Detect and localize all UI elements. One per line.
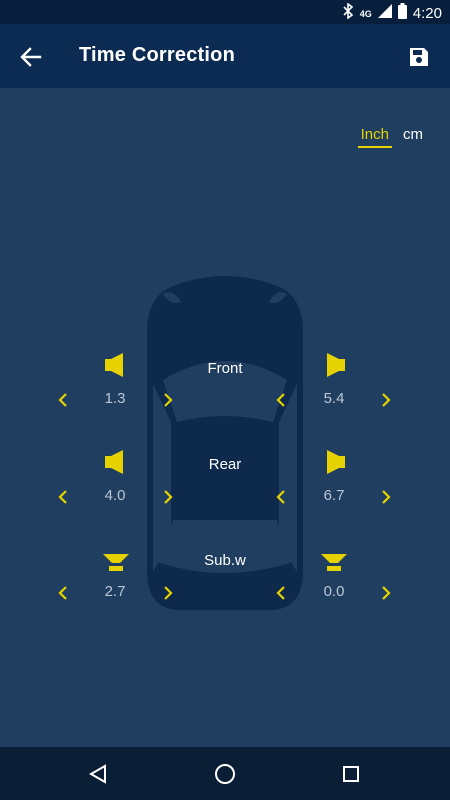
rear-right-decrease-button[interactable] (270, 486, 292, 508)
sub-zone-label: Sub.w (204, 552, 246, 569)
front-right-speaker-icon (327, 353, 345, 377)
chevron-left-icon (58, 490, 67, 504)
status-bar: 4G 4:20 (0, 0, 450, 24)
front-left-value: 1.3 (104, 390, 126, 407)
rear-zone-label: Rear (208, 456, 242, 473)
chevron-right-icon (164, 490, 173, 504)
subwoofer-right-icon (321, 554, 347, 571)
status-icons: 4G 4:20 (342, 2, 442, 24)
front-zone-label: Front (207, 360, 243, 377)
chevron-right-icon (382, 393, 391, 407)
save-icon (410, 48, 428, 66)
network-label: 4G (359, 8, 372, 19)
unit-inch-tab[interactable]: Inch (357, 126, 392, 148)
subwoofer-left-icon (103, 554, 129, 571)
unit-cm-tab[interactable]: cm (400, 126, 426, 148)
rear-left-value: 4.0 (104, 487, 126, 504)
sub-right-value: 0.0 (323, 583, 345, 600)
sub-left-value: 2.7 (104, 583, 126, 600)
front-left-decrease-button[interactable] (52, 389, 74, 411)
rear-left-decrease-button[interactable] (52, 486, 74, 508)
signal-icon (377, 4, 392, 23)
rear-right-speaker-icon (327, 450, 345, 474)
front-left-increase-button[interactable] (157, 389, 179, 411)
chevron-right-icon (382, 586, 391, 600)
nav-recents-button[interactable] (336, 759, 366, 789)
chevron-left-icon (276, 393, 285, 407)
home-icon (215, 764, 235, 784)
unit-toggle: Inch cm (357, 126, 426, 148)
app-bar: Time Correction (0, 24, 450, 88)
recents-icon (343, 766, 359, 782)
rear-right-increase-button[interactable] (375, 486, 397, 508)
chevron-right-icon (164, 586, 173, 600)
rear-right-value: 6.7 (323, 487, 345, 504)
save-button[interactable] (402, 40, 436, 74)
battery-icon (397, 3, 407, 24)
back-button[interactable] (14, 40, 48, 74)
nav-home-button[interactable] (210, 759, 240, 789)
back-icon (88, 764, 106, 784)
front-right-decrease-button[interactable] (270, 389, 292, 411)
system-nav-bar (0, 747, 450, 800)
front-right-value: 5.4 (323, 390, 345, 407)
arrow-left-icon (20, 47, 42, 67)
chevron-left-icon (58, 586, 67, 600)
time-display: 4:20 (412, 5, 442, 22)
sub-left-decrease-button[interactable] (52, 582, 74, 604)
sub-left-increase-button[interactable] (157, 582, 179, 604)
front-right-increase-button[interactable] (375, 389, 397, 411)
nav-back-button[interactable] (83, 759, 113, 789)
sub-right-increase-button[interactable] (375, 582, 397, 604)
rear-left-increase-button[interactable] (157, 486, 179, 508)
chevron-left-icon (276, 490, 285, 504)
rear-left-speaker-icon (105, 450, 123, 474)
page-title: Time Correction (79, 44, 235, 66)
bluetooth-icon (342, 2, 354, 24)
front-left-speaker-icon (105, 353, 123, 377)
chevron-left-icon (58, 393, 67, 407)
chevron-left-icon (276, 586, 285, 600)
chevron-right-icon (164, 393, 173, 407)
sub-right-decrease-button[interactable] (270, 582, 292, 604)
chevron-right-icon (382, 490, 391, 504)
